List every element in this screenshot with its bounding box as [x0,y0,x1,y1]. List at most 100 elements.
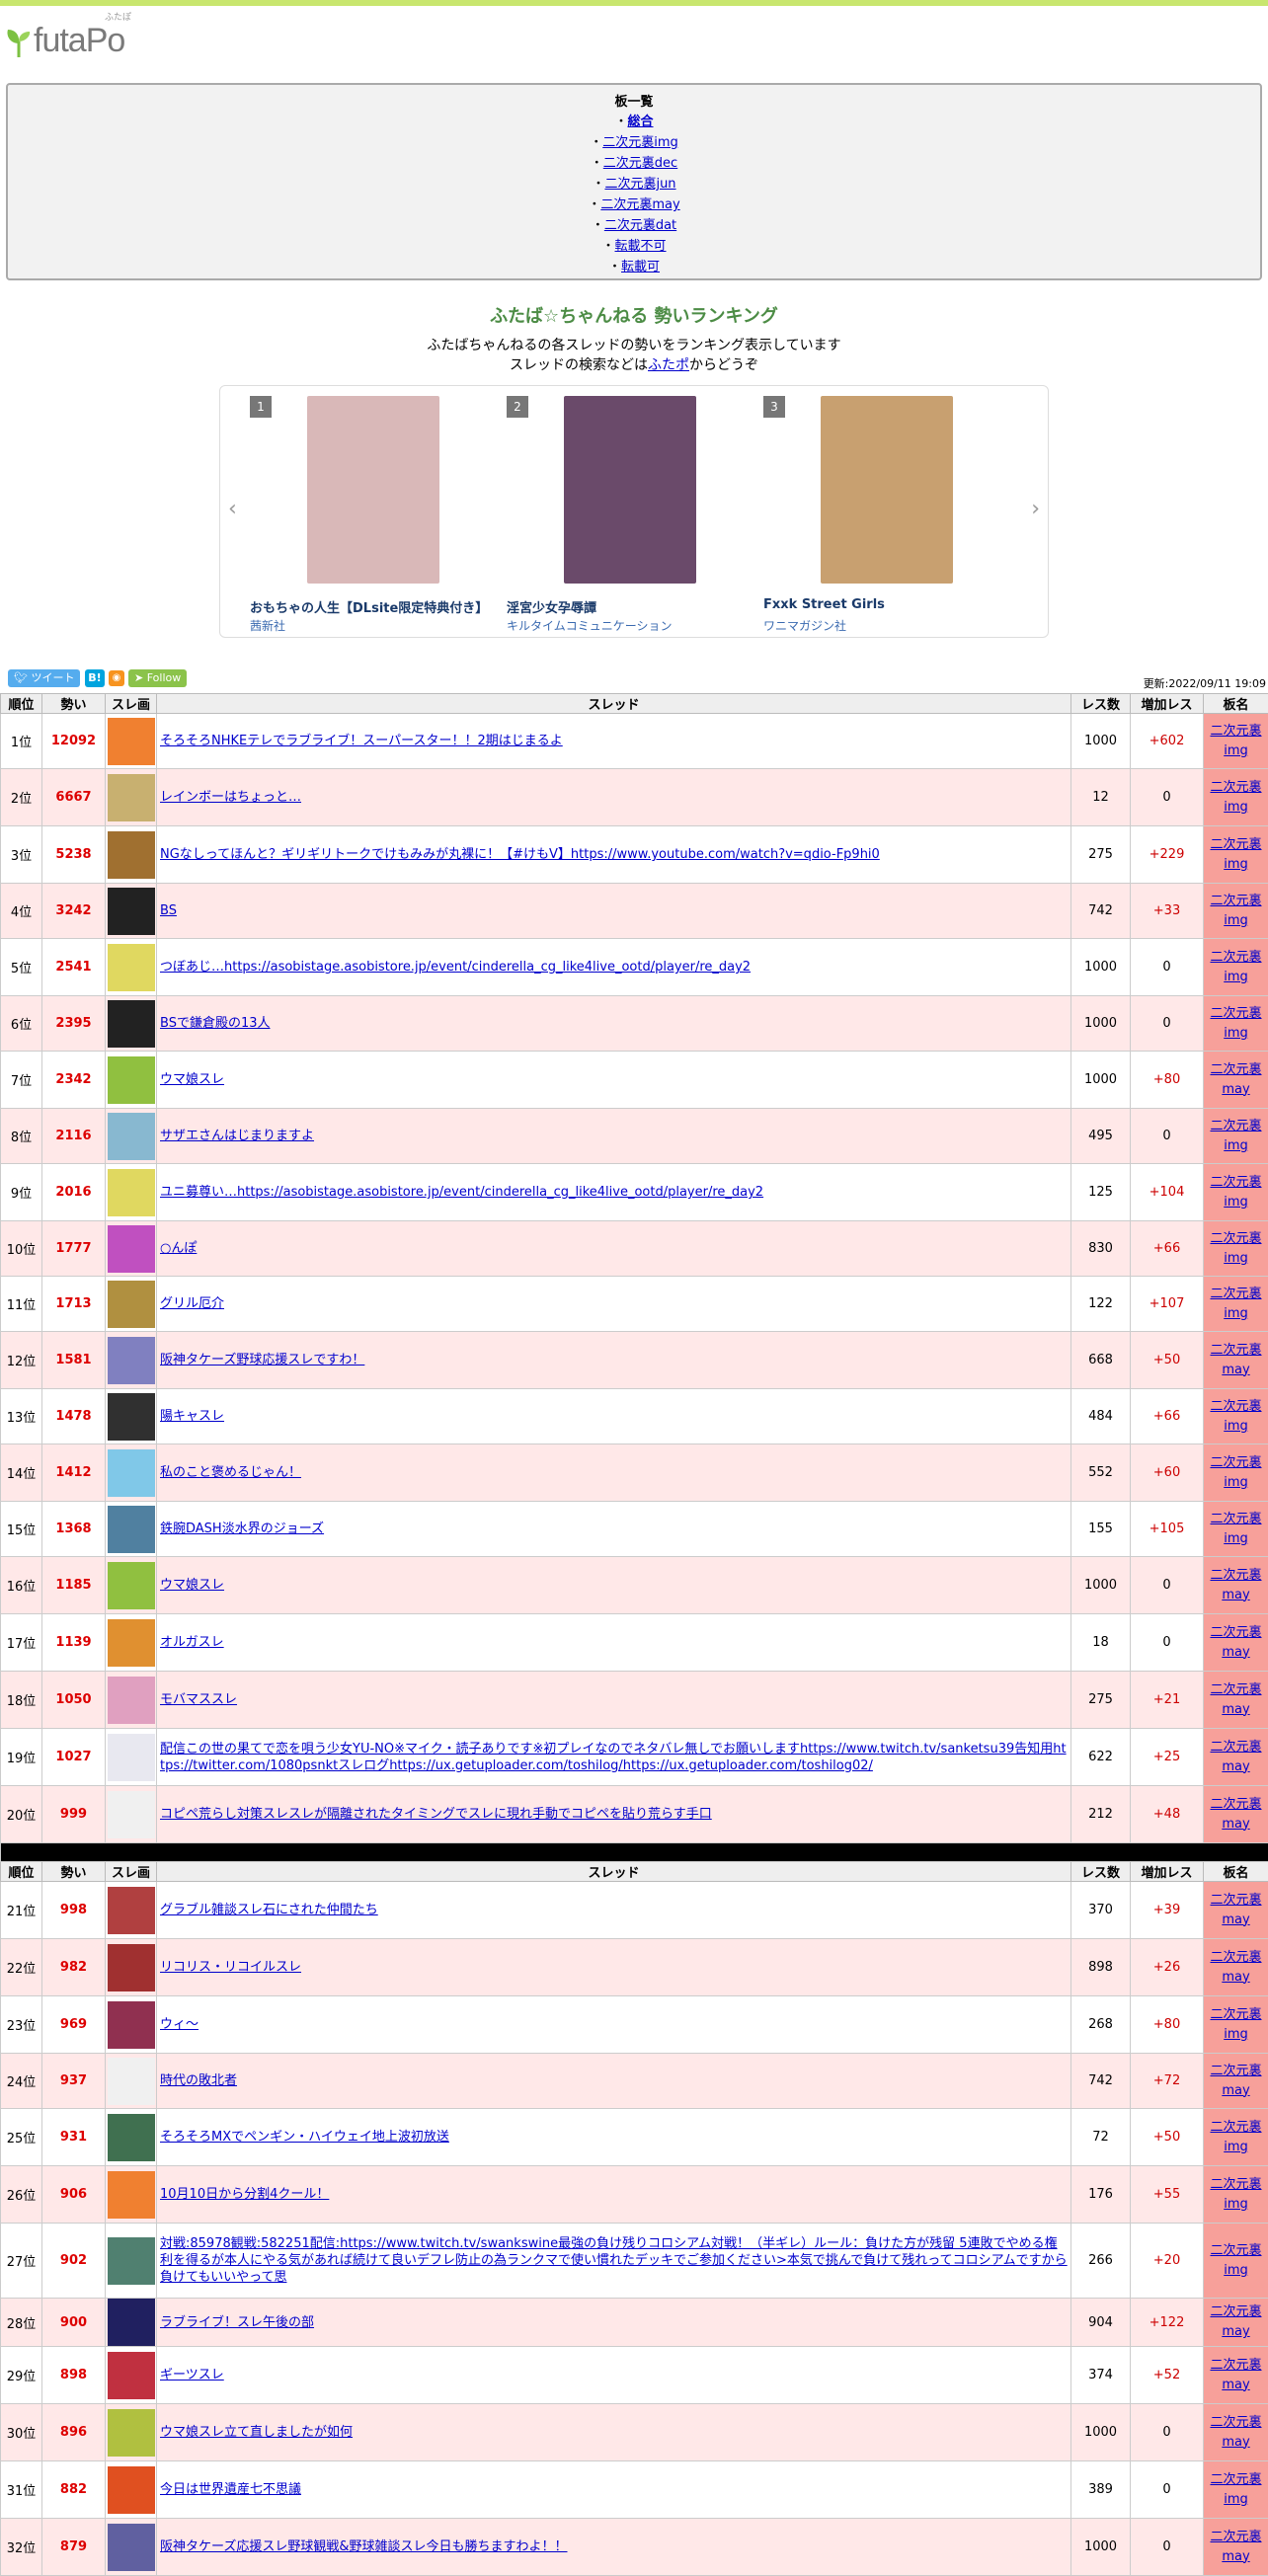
thread-thumbnail[interactable] [108,1449,155,1497]
thumbnail-cell[interactable] [106,1277,157,1332]
book-cover[interactable] [307,396,439,584]
thumbnail-cell[interactable] [106,2347,157,2404]
thread-link[interactable]: ○んぽ [160,1241,197,1256]
thumbnail-cell[interactable] [106,1882,157,1939]
thumbnail-cell[interactable] [106,1614,157,1672]
board-link[interactable]: 二次元裏may [1210,1568,1261,1602]
thread-thumbnail[interactable] [108,2237,155,2285]
thread-thumbnail[interactable] [108,1225,155,1273]
board-link[interactable]: 二次元裏may [1210,2304,1261,2339]
thread-thumbnail[interactable] [108,774,155,821]
thumbnail-cell[interactable] [106,1052,157,1109]
thread-thumbnail[interactable] [108,1000,155,1048]
thread-link[interactable]: 陽キャスレ [160,1409,224,1424]
board-link[interactable]: 二次元裏may [1210,1682,1261,1717]
thumbnail-cell[interactable] [106,1332,157,1389]
board-link[interactable]: 二次元裏may [1210,1797,1261,1832]
board-link[interactable]: 二次元裏img [1210,2243,1261,2278]
board-link[interactable]: 二次元裏img [1210,1287,1261,1321]
hatena-bookmark-button[interactable]: B! [85,669,105,687]
thread-thumbnail[interactable] [108,2001,155,2049]
board-link[interactable]: 二次元裏may [1210,2415,1261,2450]
thumbnail-cell[interactable] [106,2461,157,2519]
thread-thumbnail[interactable] [108,2171,155,2219]
board-link[interactable]: 総合 [628,115,654,129]
thread-link[interactable]: リコリス・リコイルスレ [160,1960,301,1975]
thumbnail-cell[interactable] [106,1729,157,1786]
board-link[interactable]: 二次元裏img [1210,1175,1261,1210]
thumbnail-cell[interactable] [106,2109,157,2166]
thread-link[interactable]: 対戦:85978観戦:582251配信:https://www.twitch.t… [160,2236,1068,2285]
thumbnail-cell[interactable] [106,996,157,1052]
thumbnail-cell[interactable] [106,1389,157,1444]
board-link[interactable]: 二次元裏may [1210,2358,1261,2392]
thread-thumbnail[interactable] [108,1562,155,1609]
book-publisher[interactable]: キルタイムコミュニケーション [507,617,673,634]
thread-link[interactable]: ラブライブ！スレ午後の部 [160,2315,314,2330]
thread-thumbnail[interactable] [108,831,155,879]
thread-link[interactable]: 配信この世の果てで恋を唄う少女YU-NO※マイク・読子ありです※初プレイなのでネ… [160,1742,1067,1773]
thread-thumbnail[interactable] [108,1281,155,1328]
thread-link[interactable]: ユニ募尊い…https://asobistage.asobistore.jp/e… [160,1185,763,1200]
thumbnail-cell[interactable] [106,1939,157,1996]
thread-link[interactable]: モバマススレ [160,1692,237,1707]
board-link[interactable]: 二次元裏may [1210,1950,1261,1985]
book-cover[interactable] [564,396,696,584]
thread-thumbnail[interactable] [108,1791,155,1838]
board-link[interactable]: 二次元裏img [1210,1119,1261,1153]
thread-link[interactable]: 阪神タケーズ野球応援スレですわ！ [160,1353,364,1367]
thumbnail-cell[interactable] [106,1109,157,1164]
board-link[interactable]: 二次元裏may [1210,1625,1261,1660]
thread-link[interactable]: コピペ荒らし対策スレスレが隔離されたタイミングでスレに現れ手動でコピペを貼り荒ら… [160,1807,712,1822]
board-link[interactable]: 二次元裏img [1210,1006,1261,1041]
board-link[interactable]: 二次元裏img [1210,1512,1261,1546]
thread-link[interactable]: ウマ娘スレ [160,1578,224,1593]
thumbnail-cell[interactable] [106,826,157,884]
board-link[interactable]: 二次元裏img [1210,950,1261,984]
thumbnail-cell[interactable] [106,939,157,996]
board-link[interactable]: 二次元裏may [600,197,679,212]
rss-icon[interactable]: ◉ [109,670,124,686]
board-link[interactable]: 二次元裏may [1210,2530,1261,2564]
thread-link[interactable]: グリル厄介 [160,1296,224,1311]
board-link[interactable]: 二次元裏img [1210,837,1261,872]
thread-thumbnail[interactable] [108,1056,155,1104]
thread-thumbnail[interactable] [108,888,155,935]
thread-link[interactable]: BSで鎌倉殿の13人 [160,1016,270,1031]
thumbnail-cell[interactable] [106,1221,157,1277]
thumbnail-cell[interactable] [106,1164,157,1221]
futapo-link[interactable]: ふたポ [648,357,689,373]
thumbnail-cell[interactable] [106,1996,157,2054]
carousel-prev-icon[interactable]: ‹ [228,497,237,521]
thread-thumbnail[interactable] [108,1113,155,1160]
book-cover[interactable] [821,396,953,584]
thread-thumbnail[interactable] [108,1677,155,1724]
board-link[interactable]: 二次元裏img [1210,2472,1261,2507]
thumbnail-cell[interactable] [106,2224,157,2299]
thread-link[interactable]: グラブル雑談スレ石にされた仲間たち [160,1903,378,1917]
thumbnail-cell[interactable] [106,714,157,769]
board-link[interactable]: 二次元裏dat [604,218,676,233]
thread-thumbnail[interactable] [108,2409,155,2457]
thumbnail-cell[interactable] [106,1557,157,1614]
thread-link[interactable]: オルガスレ [160,1635,224,1650]
carousel-next-icon[interactable]: › [1031,497,1040,521]
thread-thumbnail[interactable] [108,1169,155,1216]
thumbnail-cell[interactable] [106,884,157,939]
board-link[interactable]: 二次元裏jun [604,177,675,192]
board-link[interactable]: 二次元裏may [1210,1893,1261,1927]
thumbnail-cell[interactable] [106,2404,157,2461]
thumbnail-cell[interactable] [106,2519,157,2576]
thread-link[interactable]: そろそろNHKEテレでラブライブ！スーパースター！！2期はじまるよ [160,734,563,748]
thread-link[interactable]: ウィ〜 [160,2017,198,2032]
board-link[interactable]: 二次元裏may [1210,1343,1261,1377]
board-link[interactable]: 二次元裏img [1210,780,1261,815]
thumbnail-cell[interactable] [106,2299,157,2347]
thread-thumbnail[interactable] [108,2114,155,2161]
board-link[interactable]: 二次元裏img [1210,1455,1261,1490]
thread-link[interactable]: つぼあじ…https://asobistage.asobistore.jp/ev… [160,960,751,975]
thumbnail-cell[interactable] [106,769,157,826]
thread-thumbnail[interactable] [108,1337,155,1384]
board-link[interactable]: 転載不可 [615,239,667,254]
thread-link[interactable]: レインボーはちょっと… [160,790,301,805]
